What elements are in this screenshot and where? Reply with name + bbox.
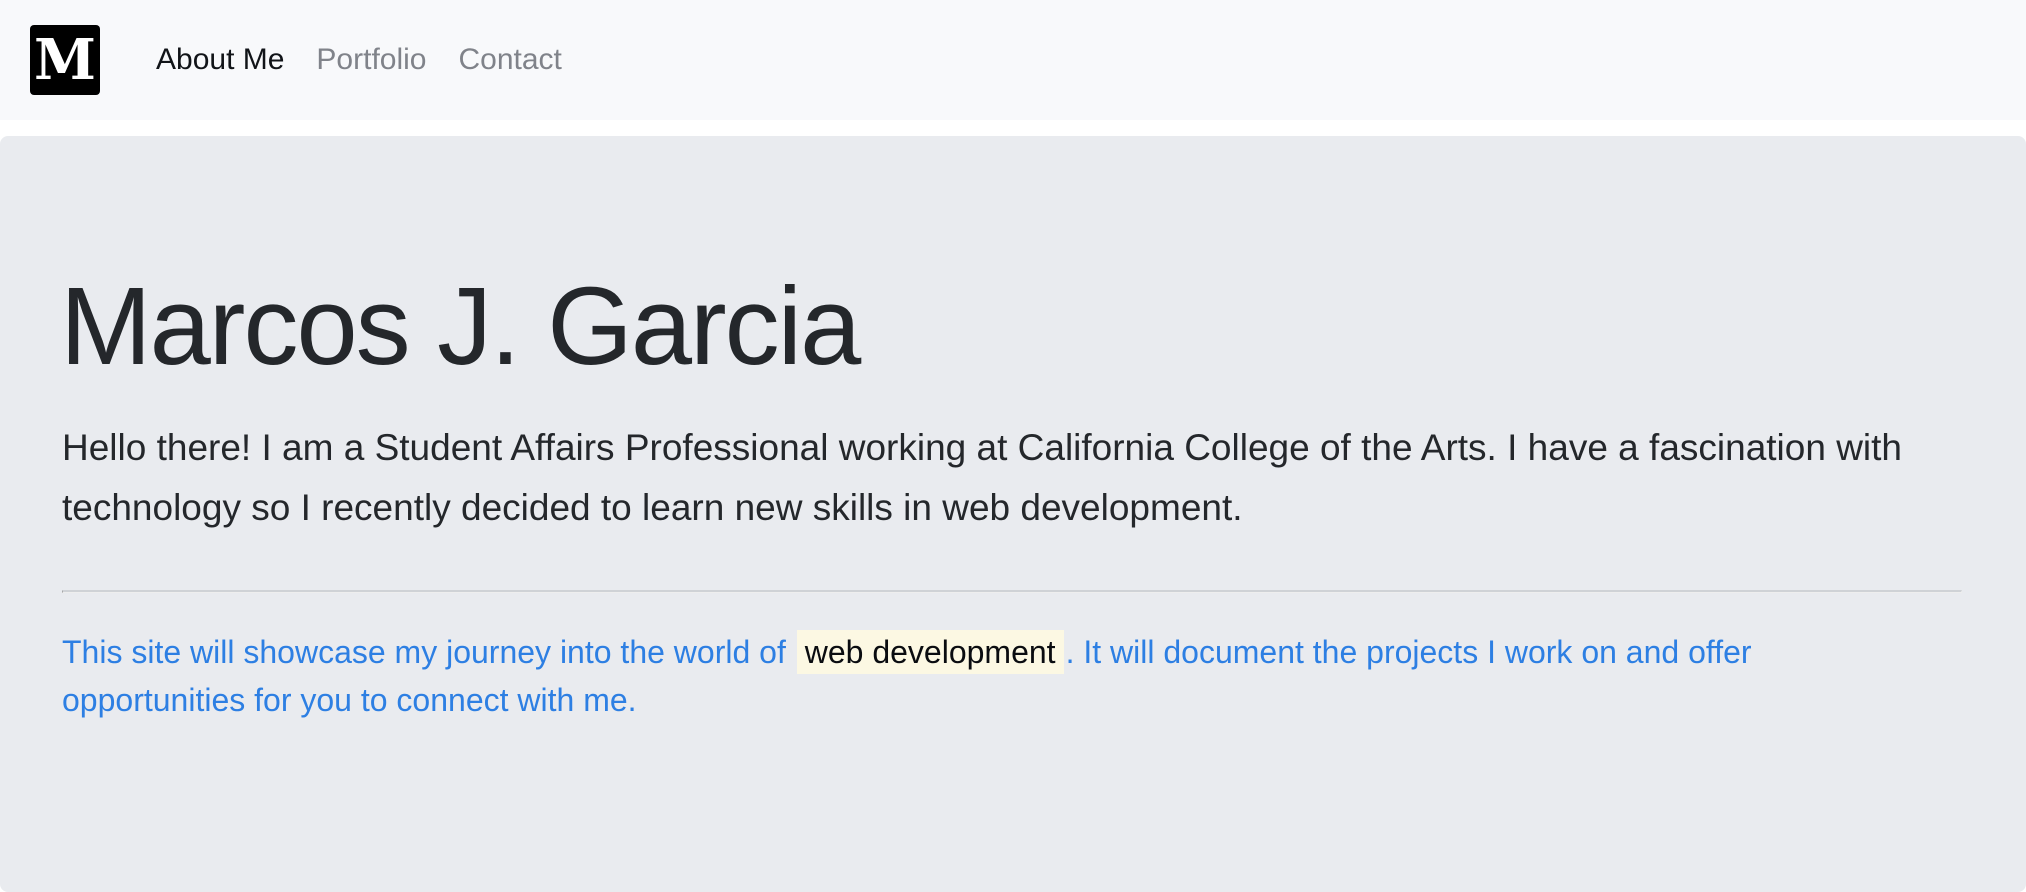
brand-logo[interactable]: M <box>30 25 100 95</box>
highlighted-term: web development <box>796 630 1064 674</box>
nav-link-about-me[interactable]: About Me <box>140 43 300 77</box>
nav-link-contact[interactable]: Contact <box>442 43 577 77</box>
jumbotron: Marcos J. Garcia Hello there! I am a Stu… <box>0 136 2026 892</box>
lead-paragraph: Hello there! I am a Student Affairs Prof… <box>62 427 1903 528</box>
divider <box>62 590 1962 593</box>
top-navbar: M About Me Portfolio Contact <box>0 0 2026 120</box>
info-paragraph: This site will showcase my journey into … <box>62 628 1912 724</box>
info-text-before: This site will showcase my journey into … <box>62 634 795 670</box>
nav-links: About Me Portfolio Contact <box>140 43 578 77</box>
nav-link-portfolio[interactable]: Portfolio <box>300 43 442 77</box>
page-title: Marcos J. Garcia <box>60 265 861 388</box>
